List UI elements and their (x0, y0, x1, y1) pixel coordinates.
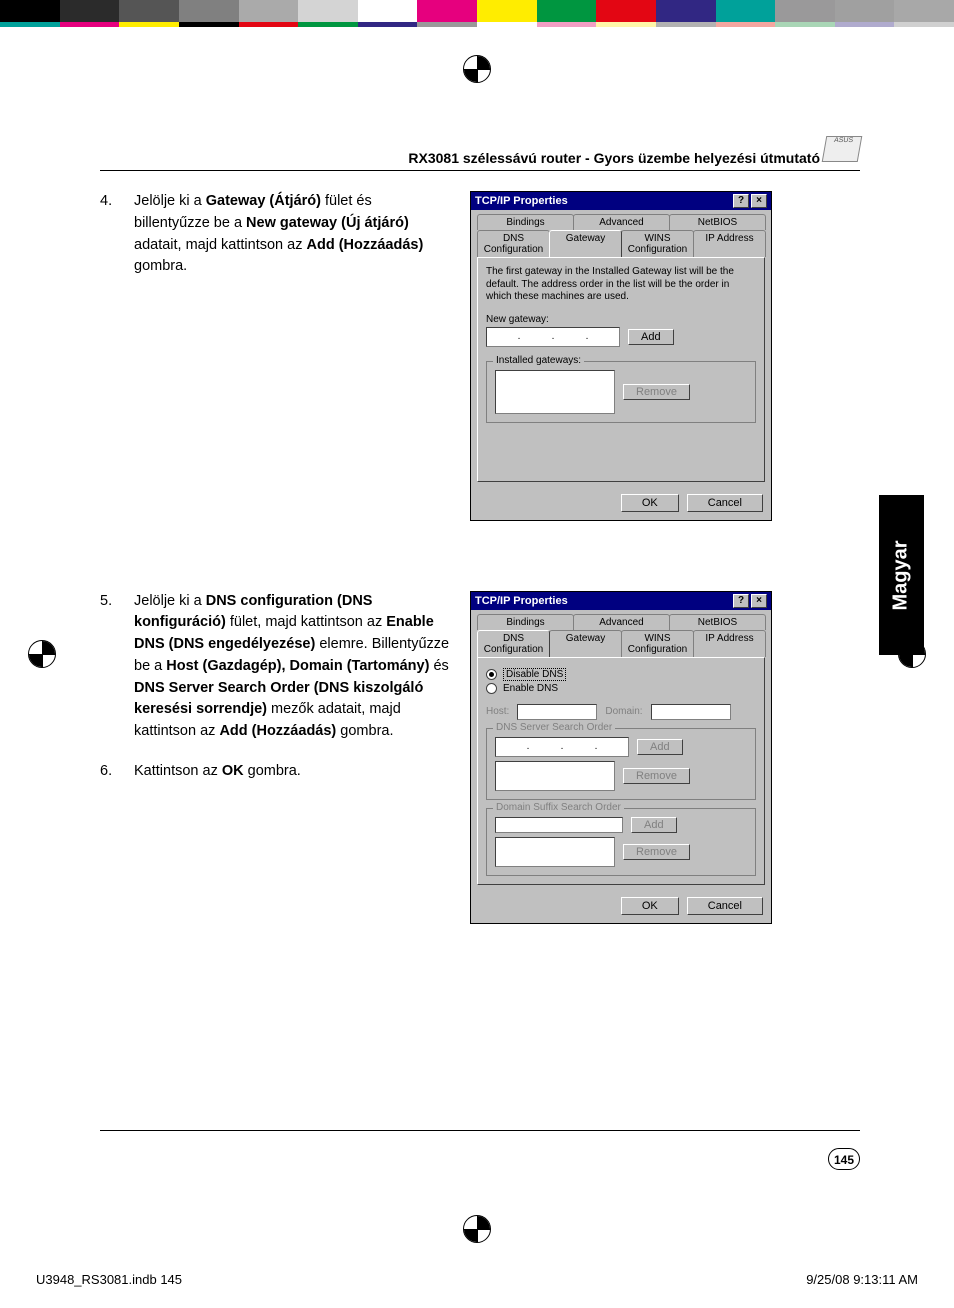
installed-gateways-list[interactable] (495, 370, 615, 414)
close-button[interactable]: × (751, 194, 767, 208)
domain-suffix-label: Domain Suffix Search Order (493, 802, 624, 813)
close-button[interactable]: × (751, 594, 767, 608)
step-number: 5. (100, 591, 134, 743)
tab-advanced[interactable]: Advanced (573, 614, 670, 630)
installed-gateways-label: Installed gateways: (493, 355, 584, 366)
tab-dns-configuration[interactable]: DNS Configuration (477, 630, 550, 657)
new-gateway-input[interactable]: ... (486, 327, 620, 347)
footer-rule (100, 1130, 860, 1131)
tab-ip-address[interactable]: IP Address (693, 230, 766, 257)
dialog-title: TCP/IP Properties (475, 195, 731, 207)
cancel-button[interactable]: Cancel (687, 494, 763, 512)
disable-dns-radio[interactable] (486, 669, 497, 680)
tab-advanced[interactable]: Advanced (573, 214, 670, 230)
header-rule (100, 170, 860, 171)
tcpip-dns-dialog: TCP/IP Properties ? × Bindings Advanced … (470, 591, 772, 924)
page-number: 145 (828, 1148, 860, 1170)
help-button[interactable]: ? (733, 594, 749, 608)
language-tab: Magyar (879, 495, 924, 655)
tab-gateway[interactable]: Gateway (549, 230, 622, 257)
enable-dns-radio[interactable] (486, 683, 497, 694)
domain-input[interactable] (651, 704, 731, 720)
remove-gateway-button[interactable]: Remove (623, 384, 690, 400)
tab-gateway[interactable]: Gateway (549, 630, 622, 657)
tab-wins-configuration[interactable]: WINS Configuration (621, 630, 694, 657)
add-gateway-button[interactable]: Add (628, 329, 674, 345)
dns-server-input[interactable]: ... (495, 737, 629, 757)
registration-mark-top (463, 55, 491, 83)
page-content: RX3081 szélessávú router - Gyors üzembe … (100, 150, 860, 994)
print-color-bar-2 (0, 22, 954, 27)
step-number: 6. (100, 761, 134, 783)
new-gateway-label: New gateway: (486, 314, 756, 325)
page-header-title: RX3081 szélessávú router - Gyors üzembe … (100, 150, 860, 166)
host-label: Host: (486, 706, 509, 717)
step-5: 5. Jelölje ki a DNS configuration (DNS k… (100, 591, 450, 743)
registration-mark-bottom (463, 1215, 491, 1243)
registration-mark-left (28, 640, 56, 668)
disable-dns-label: Disable DNS (503, 668, 566, 681)
dialog-titlebar: TCP/IP Properties ? × (471, 592, 771, 610)
domain-suffix-list[interactable] (495, 837, 615, 867)
print-color-bar-1 (0, 0, 954, 22)
domain-suffix-input[interactable] (495, 817, 623, 833)
gateway-info-text: The first gateway in the Installed Gatew… (486, 266, 756, 304)
remove-suffix-button[interactable]: Remove (623, 844, 690, 860)
ok-button[interactable]: OK (621, 897, 679, 915)
dns-order-label: DNS Server Search Order (493, 722, 615, 733)
host-input[interactable] (517, 704, 597, 720)
footer-right-text: 9/25/08 9:13:11 AM (806, 1272, 918, 1287)
footer-left-text: U3948_RS3081.indb 145 (36, 1272, 182, 1287)
tab-bindings[interactable]: Bindings (477, 614, 574, 630)
help-button[interactable]: ? (733, 194, 749, 208)
enable-dns-label: Enable DNS (503, 683, 558, 694)
step-number: 4. (100, 191, 134, 278)
add-suffix-button[interactable]: Add (631, 817, 677, 833)
step-body: Jelölje ki a DNS configuration (DNS konf… (134, 591, 450, 743)
tab-ip-address[interactable]: IP Address (693, 630, 766, 657)
brand-logo-icon: ASUS (822, 136, 863, 162)
dialog-titlebar: TCP/IP Properties ? × (471, 192, 771, 210)
domain-label: Domain: (605, 706, 642, 717)
step-body: Kattintson az OK gombra. (134, 761, 450, 783)
step-body: Jelölje ki a Gateway (Átjáró) fület és b… (134, 191, 450, 278)
tab-wins-configuration[interactable]: WINS Configuration (621, 230, 694, 257)
step-4: 4. Jelölje ki a Gateway (Átjáró) fület é… (100, 191, 450, 278)
ok-button[interactable]: OK (621, 494, 679, 512)
dialog-title: TCP/IP Properties (475, 595, 731, 607)
remove-dns-button[interactable]: Remove (623, 768, 690, 784)
tab-netbios[interactable]: NetBIOS (669, 614, 766, 630)
step-6: 6. Kattintson az OK gombra. (100, 761, 450, 783)
cancel-button[interactable]: Cancel (687, 897, 763, 915)
add-dns-button[interactable]: Add (637, 739, 683, 755)
tab-dns-configuration[interactable]: DNS Configuration (477, 230, 550, 257)
tab-bindings[interactable]: Bindings (477, 214, 574, 230)
dns-server-list[interactable] (495, 761, 615, 791)
tab-netbios[interactable]: NetBIOS (669, 214, 766, 230)
tcpip-gateway-dialog: TCP/IP Properties ? × Bindings Advanced … (470, 191, 772, 521)
